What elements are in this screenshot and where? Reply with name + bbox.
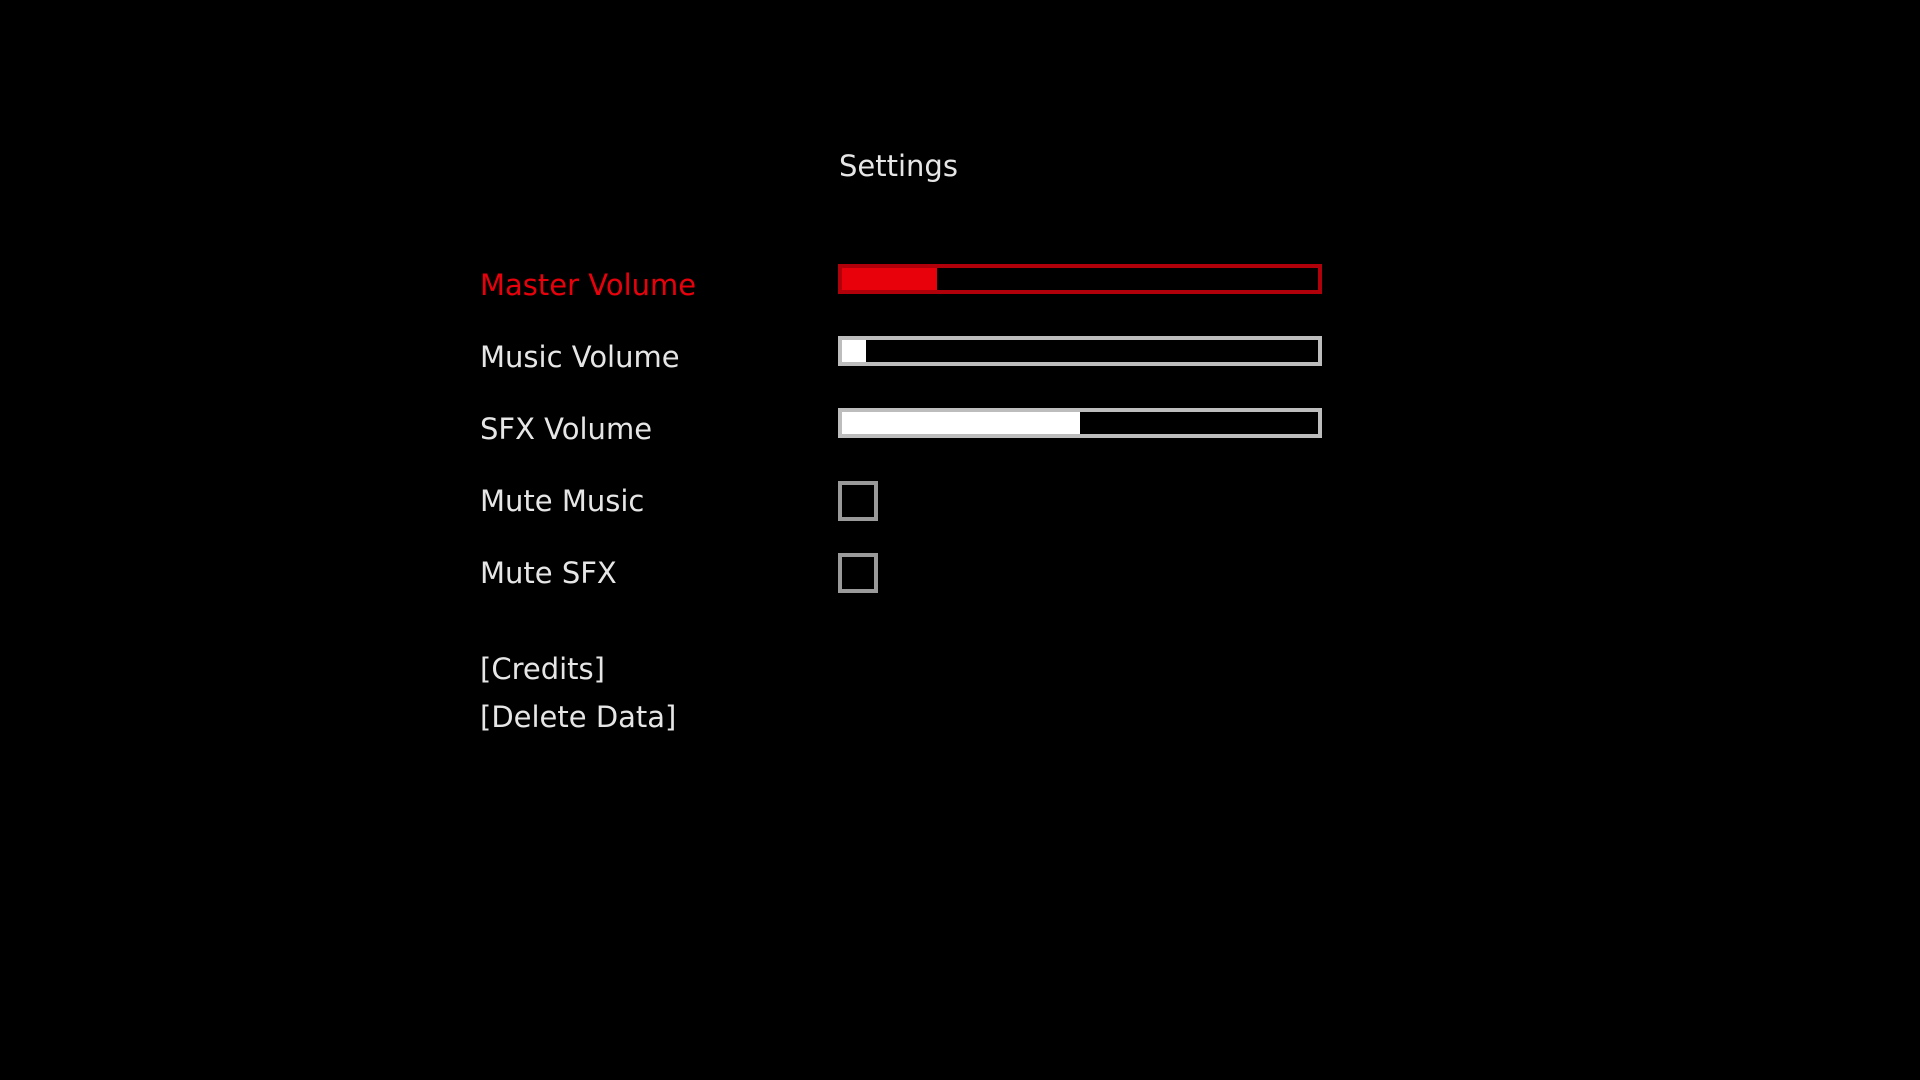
master-volume-label[interactable]: Master Volume [480, 265, 696, 305]
mute-sfx-checkbox[interactable] [838, 553, 878, 593]
mute-music-checkbox[interactable] [838, 481, 878, 521]
master-volume-slider[interactable] [838, 264, 1322, 294]
settings-screen: Settings Master Volume Music Volume SFX … [0, 0, 1920, 1080]
sfx-volume-slider[interactable] [838, 408, 1322, 438]
page-title: Settings [839, 149, 958, 183]
sfx-volume-fill [842, 412, 1080, 434]
music-volume-slider[interactable] [838, 336, 1322, 366]
delete-data-button[interactable]: [Delete Data] [480, 697, 676, 737]
master-volume-fill [842, 268, 938, 290]
credits-button[interactable]: [Credits] [480, 649, 605, 689]
sfx-volume-label[interactable]: SFX Volume [480, 409, 652, 449]
music-volume-fill [842, 340, 866, 362]
mute-sfx-label[interactable]: Mute SFX [480, 553, 617, 593]
music-volume-label[interactable]: Music Volume [480, 337, 680, 377]
mute-music-label[interactable]: Mute Music [480, 481, 644, 521]
